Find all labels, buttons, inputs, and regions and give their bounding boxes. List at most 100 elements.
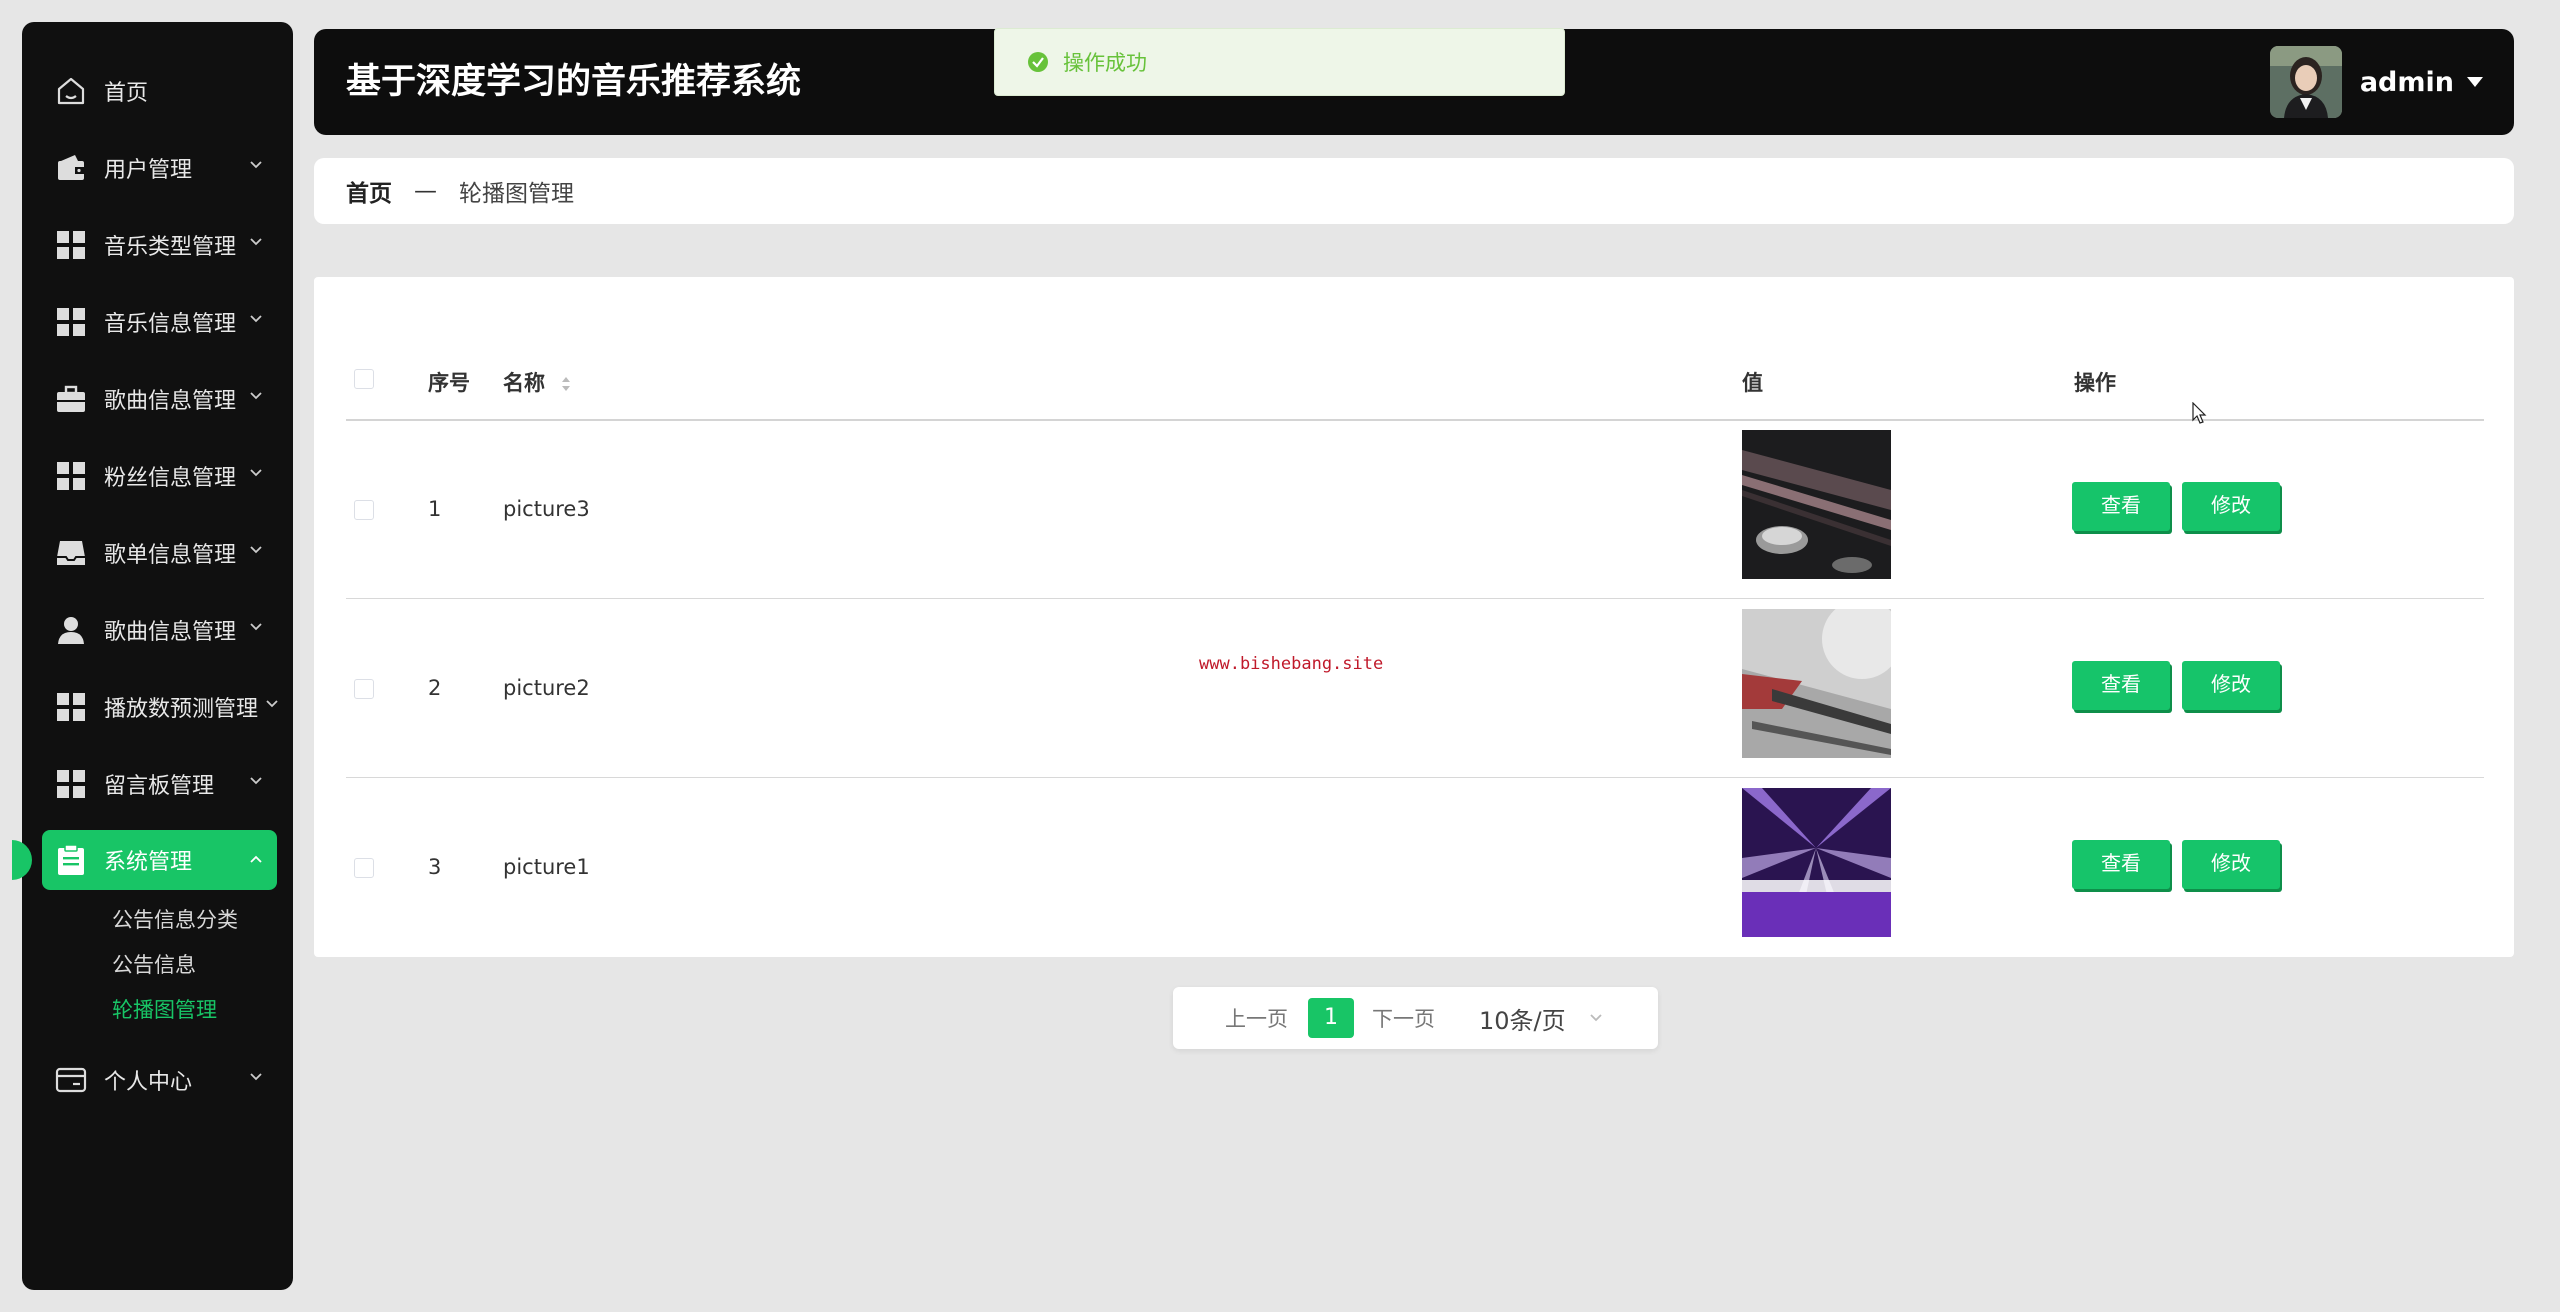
sidebar-item-personal-center[interactable]: 个人中心	[22, 1041, 293, 1118]
username[interactable]: admin	[2360, 67, 2454, 98]
header-actions: 操作	[2074, 371, 2116, 395]
row-checkbox[interactable]	[354, 500, 374, 520]
chevron-down-icon	[250, 238, 262, 246]
chevron-down-icon[interactable]	[1588, 1012, 1604, 1024]
row-name: picture3	[503, 497, 590, 521]
sidebar-item-message-board[interactable]: 留言板管理	[22, 745, 293, 822]
pagination: 上一页 1 下一页 10条/页	[1173, 987, 1658, 1049]
chevron-down-icon	[250, 1073, 262, 1081]
sidebar: 首页 用户管理 音乐类型管理 音乐信息管理 歌曲信息管理 粉丝信息管理 歌单信息…	[12, 22, 293, 1290]
submenu-item-carousel-management[interactable]: 轮播图管理	[22, 988, 293, 1033]
edit-button[interactable]: 修改	[2182, 840, 2280, 889]
row-checkbox[interactable]	[354, 858, 374, 878]
grid-icon	[54, 459, 88, 493]
sidebar-item-label: 歌曲信息管理	[104, 388, 237, 414]
sidebar-item-user-management[interactable]: 用户管理	[22, 129, 293, 206]
chevron-down-icon	[250, 315, 262, 323]
header-name[interactable]: 名称	[503, 367, 572, 397]
breadcrumb-separator: —	[414, 178, 437, 204]
sidebar-item-label: 播放数预测管理	[104, 696, 259, 722]
chevron-down-icon	[250, 161, 262, 169]
carousel-image-thumbnail[interactable]	[1742, 788, 1891, 937]
row-index: 2	[428, 676, 442, 700]
sidebar-item-label: 用户管理	[104, 157, 193, 183]
prev-page-button[interactable]: 上一页	[1225, 1003, 1288, 1033]
chevron-down-icon	[250, 546, 262, 554]
watermark: www.bishebang.site	[1199, 654, 1384, 674]
edit-button[interactable]: 修改	[2182, 482, 2280, 531]
check-circle-icon	[1027, 51, 1049, 73]
chevron-up-icon	[250, 855, 262, 863]
breadcrumb-home[interactable]: 首页	[346, 174, 392, 208]
header-value: 值	[1742, 371, 1763, 395]
briefcase-icon	[54, 382, 88, 416]
sidebar-item-music-info[interactable]: 音乐信息管理	[22, 283, 293, 360]
sidebar-item-label: 音乐信息管理	[104, 311, 237, 337]
page-size-select[interactable]: 10条/页	[1479, 1001, 1566, 1036]
sidebar-menu: 首页 用户管理 音乐类型管理 音乐信息管理 歌曲信息管理 粉丝信息管理 歌单信息…	[12, 52, 293, 1118]
sidebar-item-music-type[interactable]: 音乐类型管理	[22, 206, 293, 283]
mouse-cursor-icon	[2192, 402, 2207, 424]
home-icon	[54, 74, 88, 108]
carousel-image-thumbnail[interactable]	[1742, 430, 1891, 579]
view-button[interactable]: 查看	[2072, 840, 2170, 889]
sidebar-item-label: 留言板管理	[104, 773, 215, 799]
sidebar-item-label: 系统管理	[104, 850, 193, 875]
sidebar-item-playlist-info[interactable]: 歌单信息管理	[22, 514, 293, 591]
user-icon	[54, 613, 88, 647]
submenu-item-notice-info[interactable]: 公告信息	[22, 943, 293, 988]
edit-button[interactable]: 修改	[2182, 661, 2280, 710]
table-row: 1 picture3 查看 修改	[346, 420, 2484, 599]
chevron-down-icon	[250, 469, 262, 477]
sidebar-item-label: 音乐类型管理	[104, 234, 237, 260]
sidebar-item-label: 首页	[104, 80, 149, 106]
active-indicator	[12, 840, 32, 880]
wallet-icon	[54, 151, 88, 185]
table-row: 2 picture2 查看 修改	[346, 599, 2484, 778]
carousel-image-thumbnail[interactable]	[1742, 609, 1891, 758]
select-all-checkbox[interactable]	[354, 369, 374, 389]
breadcrumb-current: 轮播图管理	[459, 181, 574, 207]
grid-icon	[54, 767, 88, 801]
avatar[interactable]	[2269, 46, 2342, 118]
row-name: picture1	[503, 855, 590, 879]
table-header: 序号 名称 值 操作	[346, 277, 2484, 421]
sidebar-item-system-management[interactable]: 系统管理	[12, 830, 277, 890]
user-menu[interactable]: admin	[2269, 45, 2484, 119]
submenu-item-notice-category[interactable]: 公告信息分类	[22, 898, 293, 943]
app-title: 基于深度学习的音乐推荐系统	[346, 62, 802, 102]
grid-icon	[54, 690, 88, 724]
view-button[interactable]: 查看	[2072, 661, 2170, 710]
view-button[interactable]: 查看	[2072, 482, 2170, 531]
system-submenu: 公告信息分类 公告信息 轮播图管理	[22, 898, 293, 1033]
clipboard-icon	[54, 843, 88, 877]
sidebar-item-play-forecast[interactable]: 播放数预测管理	[22, 668, 293, 745]
row-name: picture2	[503, 676, 590, 700]
sidebar-item-home[interactable]: 首页	[22, 52, 293, 129]
chevron-down-icon	[250, 777, 262, 785]
row-index: 1	[428, 497, 442, 521]
row-index: 3	[428, 855, 442, 879]
header-name-label: 名称	[503, 371, 545, 395]
card-icon	[54, 1063, 88, 1097]
sidebar-item-label: 粉丝信息管理	[104, 465, 237, 491]
chevron-down-icon	[266, 700, 278, 708]
sidebar-item-song-info[interactable]: 歌曲信息管理	[22, 360, 293, 437]
inbox-icon	[54, 536, 88, 570]
sidebar-item-label: 歌曲信息管理	[104, 619, 237, 645]
sort-icon[interactable]	[560, 374, 572, 394]
grid-icon	[54, 228, 88, 262]
table-panel: 序号 名称 值 操作 1 picture3 查看 修改 2 picture2 查…	[314, 277, 2514, 957]
page-number-current[interactable]: 1	[1308, 998, 1354, 1038]
table-row: 3 picture1 查看 修改	[346, 778, 2484, 956]
sidebar-item-fan-info[interactable]: 粉丝信息管理	[22, 437, 293, 514]
chevron-down-icon	[250, 623, 262, 631]
toast-message: 操作成功	[1063, 51, 1147, 75]
sidebar-item-song-info-2[interactable]: 歌曲信息管理	[22, 591, 293, 668]
header-index: 序号	[428, 371, 470, 395]
caret-down-icon[interactable]	[2466, 75, 2484, 89]
success-toast: 操作成功	[994, 28, 1565, 96]
next-page-button[interactable]: 下一页	[1372, 1003, 1435, 1033]
row-checkbox[interactable]	[354, 679, 374, 699]
sidebar-item-label: 个人中心	[104, 1069, 193, 1095]
